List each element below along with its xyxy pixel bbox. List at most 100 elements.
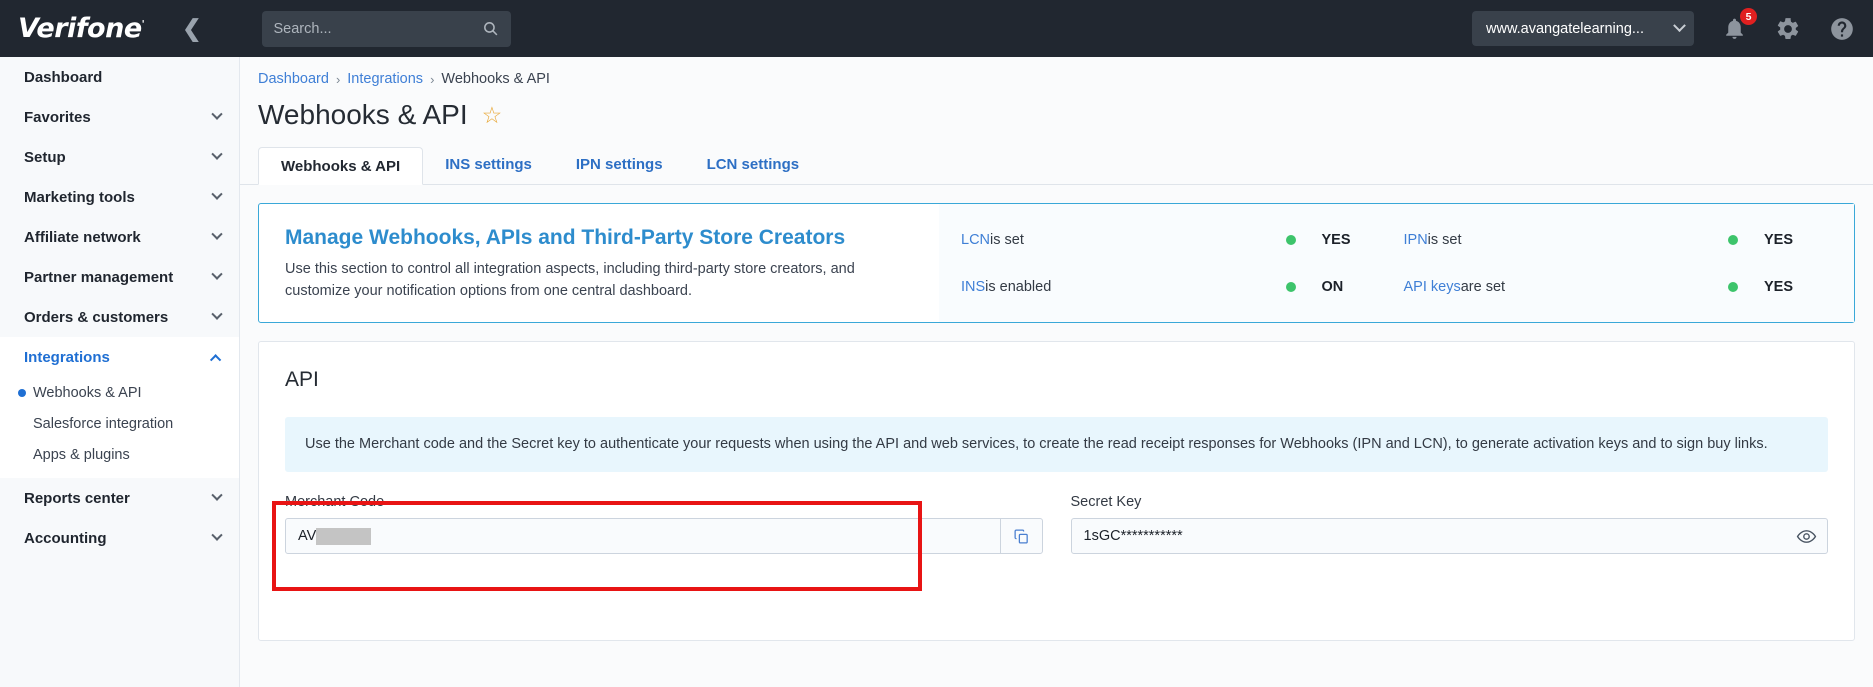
tab-ipn-settings[interactable]: IPN settings [554, 146, 685, 184]
chevron-down-icon[interactable] [211, 188, 223, 200]
status-link-api-keys[interactable]: API keys [1404, 279, 1461, 295]
chevron-down-icon[interactable] [211, 308, 223, 320]
verifone-logo[interactable]: Verifone' [18, 13, 145, 44]
star-outline-icon[interactable]: ☆ [482, 103, 503, 127]
sidebar-item-webhooks-api[interactable]: Webhooks & API [0, 377, 239, 408]
info-panel: Manage Webhooks, APIs and Third-Party St… [258, 203, 1855, 323]
tab-lcn-settings[interactable]: LCN settings [685, 146, 822, 184]
status-ipn: IPN is set YES [1382, 232, 1825, 248]
active-indicator-dot [18, 388, 26, 397]
search-icon[interactable] [482, 20, 499, 37]
search-input[interactable] [273, 20, 482, 37]
sidebar-item-orders-customers[interactable]: Orders & customers [0, 297, 239, 337]
secret-key-input-wrap[interactable]: 1sGC*********** [1070, 518, 1828, 555]
secret-key-field-group: Secret Key 1sGC*********** [1070, 494, 1828, 555]
sidebar-nav: Dashboard Favorites Setup Marketing tool… [0, 57, 240, 687]
sidebar-item-apps-plugins[interactable]: Apps & plugins [0, 439, 239, 470]
sidebar-item-affiliate-network[interactable]: Affiliate network [0, 217, 239, 257]
sidebar-submenu-integrations: Webhooks & API Salesforce integration Ap… [0, 377, 239, 478]
status-api-keys: API keys are set YES [1382, 279, 1825, 295]
sidebar-item-label: Integrations [24, 348, 110, 366]
chevron-down-icon[interactable] [211, 108, 223, 120]
status-link-ins[interactable]: INS [961, 279, 985, 295]
merchant-code-input-wrap[interactable]: AV [285, 518, 1043, 555]
account-selector[interactable]: www.avangatelearning... [1472, 11, 1694, 46]
chevron-down-icon[interactable] [211, 268, 223, 280]
chevron-up-icon[interactable] [209, 354, 222, 366]
help-button[interactable] [1829, 16, 1855, 42]
sidebar-subitem-label: Webhooks & API [33, 384, 142, 401]
chevron-down-icon[interactable] [211, 148, 223, 160]
copy-merchant-code-button[interactable] [999, 519, 1042, 554]
status-dot-icon [1728, 234, 1738, 245]
chevron-down-icon[interactable] [211, 228, 223, 240]
sidebar-item-accounting[interactable]: Accounting [0, 518, 239, 558]
eye-icon[interactable] [1796, 526, 1817, 547]
chevron-down-icon[interactable] [211, 529, 223, 541]
top-header: Verifone' ❮ www.avangatelearning... 5 [0, 0, 1873, 57]
logo-text: Verifone [18, 13, 142, 44]
settings-button[interactable] [1775, 16, 1801, 42]
breadcrumb-link-dashboard[interactable]: Dashboard [258, 71, 329, 87]
sidebar-item-partner-management[interactable]: Partner management [0, 257, 239, 297]
status-label: is set [990, 231, 1024, 248]
sidebar-item-label: Accounting [24, 529, 107, 547]
status-value: YES [1764, 231, 1794, 248]
sidebar-item-label: Marketing tools [24, 188, 135, 206]
chevron-down-icon[interactable] [1673, 19, 1686, 33]
api-section-heading: API [285, 368, 319, 391]
breadcrumb-current: Webhooks & API [441, 71, 550, 87]
status-link-ipn[interactable]: IPN [1404, 232, 1428, 248]
sidebar-subitem-label: Apps & plugins [33, 446, 130, 463]
sidebar-item-reports-center[interactable]: Reports center [0, 478, 239, 518]
sidebar-item-setup[interactable]: Setup [0, 137, 239, 177]
sidebar-item-favorites[interactable]: Favorites [0, 97, 239, 137]
notification-count-badge: 5 [1740, 8, 1757, 25]
merchant-code-label: Merchant Code [285, 494, 385, 511]
gear-icon[interactable] [1775, 16, 1801, 42]
sidebar-item-label: Setup [24, 148, 66, 166]
tab-webhooks-api[interactable]: Webhooks & API [258, 147, 424, 185]
header-actions: www.avangatelearning... 5 [1472, 8, 1873, 46]
api-fields-row: Merchant Code AV Secret Key 1sGC********… [259, 472, 1854, 555]
status-value: YES [1764, 278, 1794, 295]
status-ins: INS is enabled ON [939, 279, 1382, 295]
status-label: is set [1427, 231, 1462, 248]
chevron-left-icon[interactable]: ❮ [182, 17, 201, 40]
status-lcn: LCN is set YES [939, 232, 1382, 248]
sidebar-item-label: Orders & customers [24, 308, 169, 326]
sidebar-item-dashboard[interactable]: Dashboard [0, 57, 239, 97]
chevron-down-icon[interactable] [211, 489, 223, 501]
api-note: Use the Merchant code and the Secret key… [285, 417, 1828, 473]
breadcrumb-separator: › [430, 71, 435, 87]
sidebar-item-marketing-tools[interactable]: Marketing tools [0, 177, 239, 217]
sidebar-item-label: Dashboard [24, 68, 103, 86]
status-link-lcn[interactable]: LCN [961, 232, 990, 248]
info-panel-description: Use this section to control all integrat… [285, 261, 855, 300]
main-content: Dashboard › Integrations › Webhooks & AP… [240, 57, 1873, 687]
reveal-secret-key-button[interactable] [1785, 519, 1827, 553]
help-circle-icon[interactable] [1829, 16, 1855, 42]
status-dot-icon [1728, 281, 1738, 292]
sidebar-item-salesforce-integration[interactable]: Salesforce integration [0, 408, 239, 439]
breadcrumb-link-integrations[interactable]: Integrations [347, 71, 423, 87]
status-dot-icon [1285, 234, 1296, 245]
merchant-code-value: AV [298, 528, 317, 545]
tab-bar: Webhooks & API INS settings IPN settings… [240, 147, 1873, 185]
status-dot-icon [1285, 281, 1296, 292]
sidebar-item-integrations[interactable]: Integrations [0, 337, 239, 377]
merchant-code-input[interactable]: AV [286, 519, 1000, 553]
page-title: Webhooks & API [258, 99, 468, 130]
account-label: www.avangatelearning... [1486, 20, 1644, 37]
tab-ins-settings[interactable]: INS settings [423, 146, 554, 184]
copy-icon[interactable] [1013, 528, 1030, 545]
sidebar-item-label: Partner management [24, 268, 174, 286]
info-panel-title: Manage Webhooks, APIs and Third-Party St… [285, 226, 846, 249]
search-box[interactable] [261, 10, 511, 47]
status-label: are set [1460, 278, 1506, 295]
status-value: YES [1321, 231, 1351, 248]
page-title-row: Webhooks & API ☆ [240, 87, 1873, 131]
info-panel-text: Manage Webhooks, APIs and Third-Party St… [259, 204, 939, 322]
secret-key-input[interactable]: 1sGC*********** [1072, 519, 1786, 553]
notifications-button[interactable]: 5 [1722, 8, 1757, 41]
